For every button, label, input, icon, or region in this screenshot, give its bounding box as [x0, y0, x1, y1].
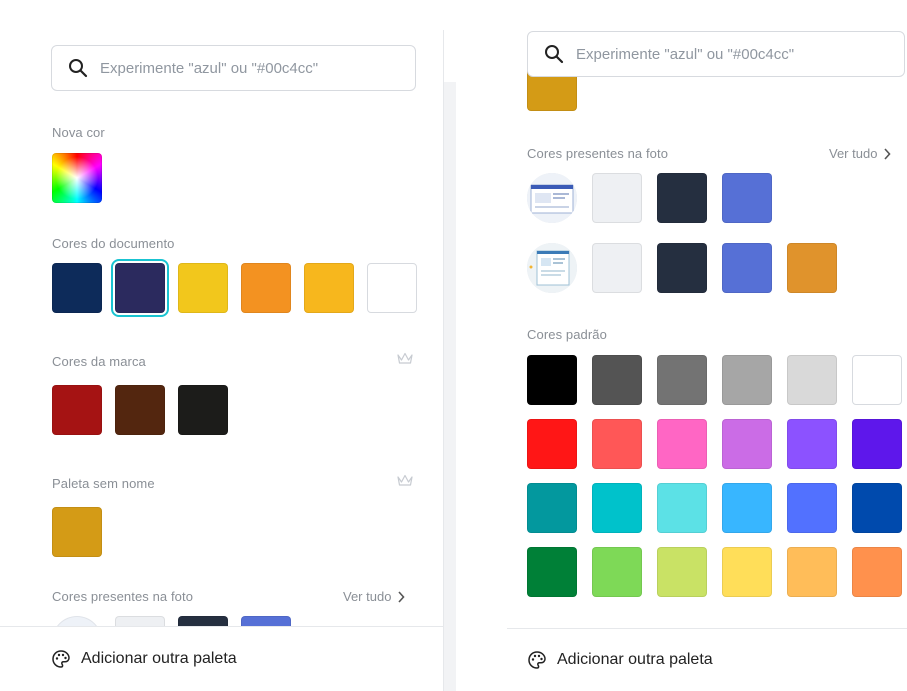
- standard-color-swatch[interactable]: [527, 547, 577, 597]
- photo-color-swatch[interactable]: [722, 173, 772, 223]
- color-search-box[interactable]: [51, 45, 416, 91]
- document-color-swatch[interactable]: [241, 263, 291, 313]
- crown-icon: [397, 474, 413, 486]
- standard-color-swatch[interactable]: [592, 419, 642, 469]
- palette-icon: [528, 651, 546, 669]
- photo-thumbnail[interactable]: [527, 173, 577, 223]
- document-color-swatch[interactable]: [111, 259, 169, 317]
- brand-color-swatch[interactable]: [115, 385, 165, 435]
- photo-color-swatch[interactable]: [657, 173, 707, 223]
- see-all-link[interactable]: Ver tudo: [829, 146, 892, 161]
- standard-color-swatch[interactable]: [592, 547, 642, 597]
- standard-color-swatch[interactable]: [787, 483, 837, 533]
- scroll-gutter: [444, 82, 456, 691]
- standard-color-swatch[interactable]: [852, 355, 902, 405]
- photo-colors-row-partial: [0, 612, 444, 626]
- photo-color-swatch[interactable]: [115, 616, 165, 626]
- photo-color-swatch[interactable]: [787, 243, 837, 293]
- photo-thumbnail[interactable]: [527, 243, 577, 293]
- standard-color-swatch[interactable]: [787, 419, 837, 469]
- photo-color-swatch[interactable]: [722, 243, 772, 293]
- new-color-picker-button[interactable]: [52, 153, 102, 203]
- add-palette-button[interactable]: Adicionar outra paleta: [507, 628, 907, 691]
- photo-thumbnail-image: [527, 243, 577, 293]
- standard-colors-label: Cores padrão: [527, 327, 607, 342]
- palette-label: Paleta sem nome: [52, 476, 155, 491]
- chevron-right-icon: [884, 147, 892, 160]
- standard-color-swatch[interactable]: [722, 547, 772, 597]
- standard-color-swatch[interactable]: [657, 419, 707, 469]
- standard-color-swatch[interactable]: [592, 355, 642, 405]
- standard-color-swatch[interactable]: [852, 419, 902, 469]
- photo-color-swatch[interactable]: [592, 173, 642, 223]
- standard-color-swatch[interactable]: [657, 547, 707, 597]
- search-icon: [545, 45, 564, 64]
- search-icon: [69, 59, 88, 78]
- photo-colors-label: Cores presentes na foto: [527, 146, 669, 161]
- standard-color-swatch[interactable]: [657, 483, 707, 533]
- new-color-label: Nova cor: [52, 125, 105, 140]
- brand-colors-label: Cores da marca: [52, 354, 146, 369]
- document-color-swatch[interactable]: [52, 263, 102, 313]
- photo-color-swatch[interactable]: [178, 616, 228, 626]
- photo-color-swatch[interactable]: [657, 243, 707, 293]
- standard-color-swatch[interactable]: [852, 483, 902, 533]
- color-panel-left: Nova cor Cores do documento Cores da mar…: [0, 0, 444, 691]
- color-panel-right: Cores presentes na foto Ver tudo: [507, 0, 907, 691]
- standard-color-swatch[interactable]: [787, 355, 837, 405]
- standard-color-swatch[interactable]: [592, 483, 642, 533]
- crown-icon: [397, 352, 413, 364]
- see-all-link[interactable]: Ver tudo: [343, 589, 406, 604]
- add-palette-button[interactable]: Adicionar outra paleta: [0, 626, 444, 691]
- search-input[interactable]: [576, 45, 836, 63]
- standard-color-swatch[interactable]: [722, 419, 772, 469]
- brand-color-swatch[interactable]: [178, 385, 228, 435]
- standard-color-swatch[interactable]: [527, 355, 577, 405]
- photo-colors-label: Cores presentes na foto: [52, 589, 194, 604]
- standard-color-swatch[interactable]: [722, 355, 772, 405]
- color-search-box[interactable]: [527, 31, 905, 77]
- standard-color-swatch[interactable]: [657, 355, 707, 405]
- photo-thumbnail[interactable]: [52, 616, 102, 626]
- add-palette-label: Adicionar outra paleta: [81, 650, 237, 667]
- standard-color-swatch[interactable]: [722, 483, 772, 533]
- photo-thumbnail-image: [527, 173, 577, 223]
- document-color-swatch[interactable]: [304, 263, 354, 313]
- add-palette-label: Adicionar outra paleta: [557, 651, 713, 668]
- document-color-swatch[interactable]: [367, 263, 417, 313]
- see-all-label: Ver tudo: [343, 589, 392, 604]
- see-all-label: Ver tudo: [829, 146, 878, 161]
- standard-color-swatch[interactable]: [852, 547, 902, 597]
- document-colors-label: Cores do documento: [52, 236, 175, 251]
- standard-color-swatch[interactable]: [527, 419, 577, 469]
- brand-color-swatch[interactable]: [52, 385, 102, 435]
- photo-color-swatch[interactable]: [592, 243, 642, 293]
- standard-color-swatch[interactable]: [527, 483, 577, 533]
- photo-color-swatch[interactable]: [241, 616, 291, 626]
- chevron-right-icon: [398, 590, 406, 603]
- search-input[interactable]: [100, 59, 360, 77]
- palette-icon: [52, 650, 70, 668]
- document-color-swatch[interactable]: [178, 263, 228, 313]
- palette-color-swatch[interactable]: [52, 507, 102, 557]
- standard-color-swatch[interactable]: [787, 547, 837, 597]
